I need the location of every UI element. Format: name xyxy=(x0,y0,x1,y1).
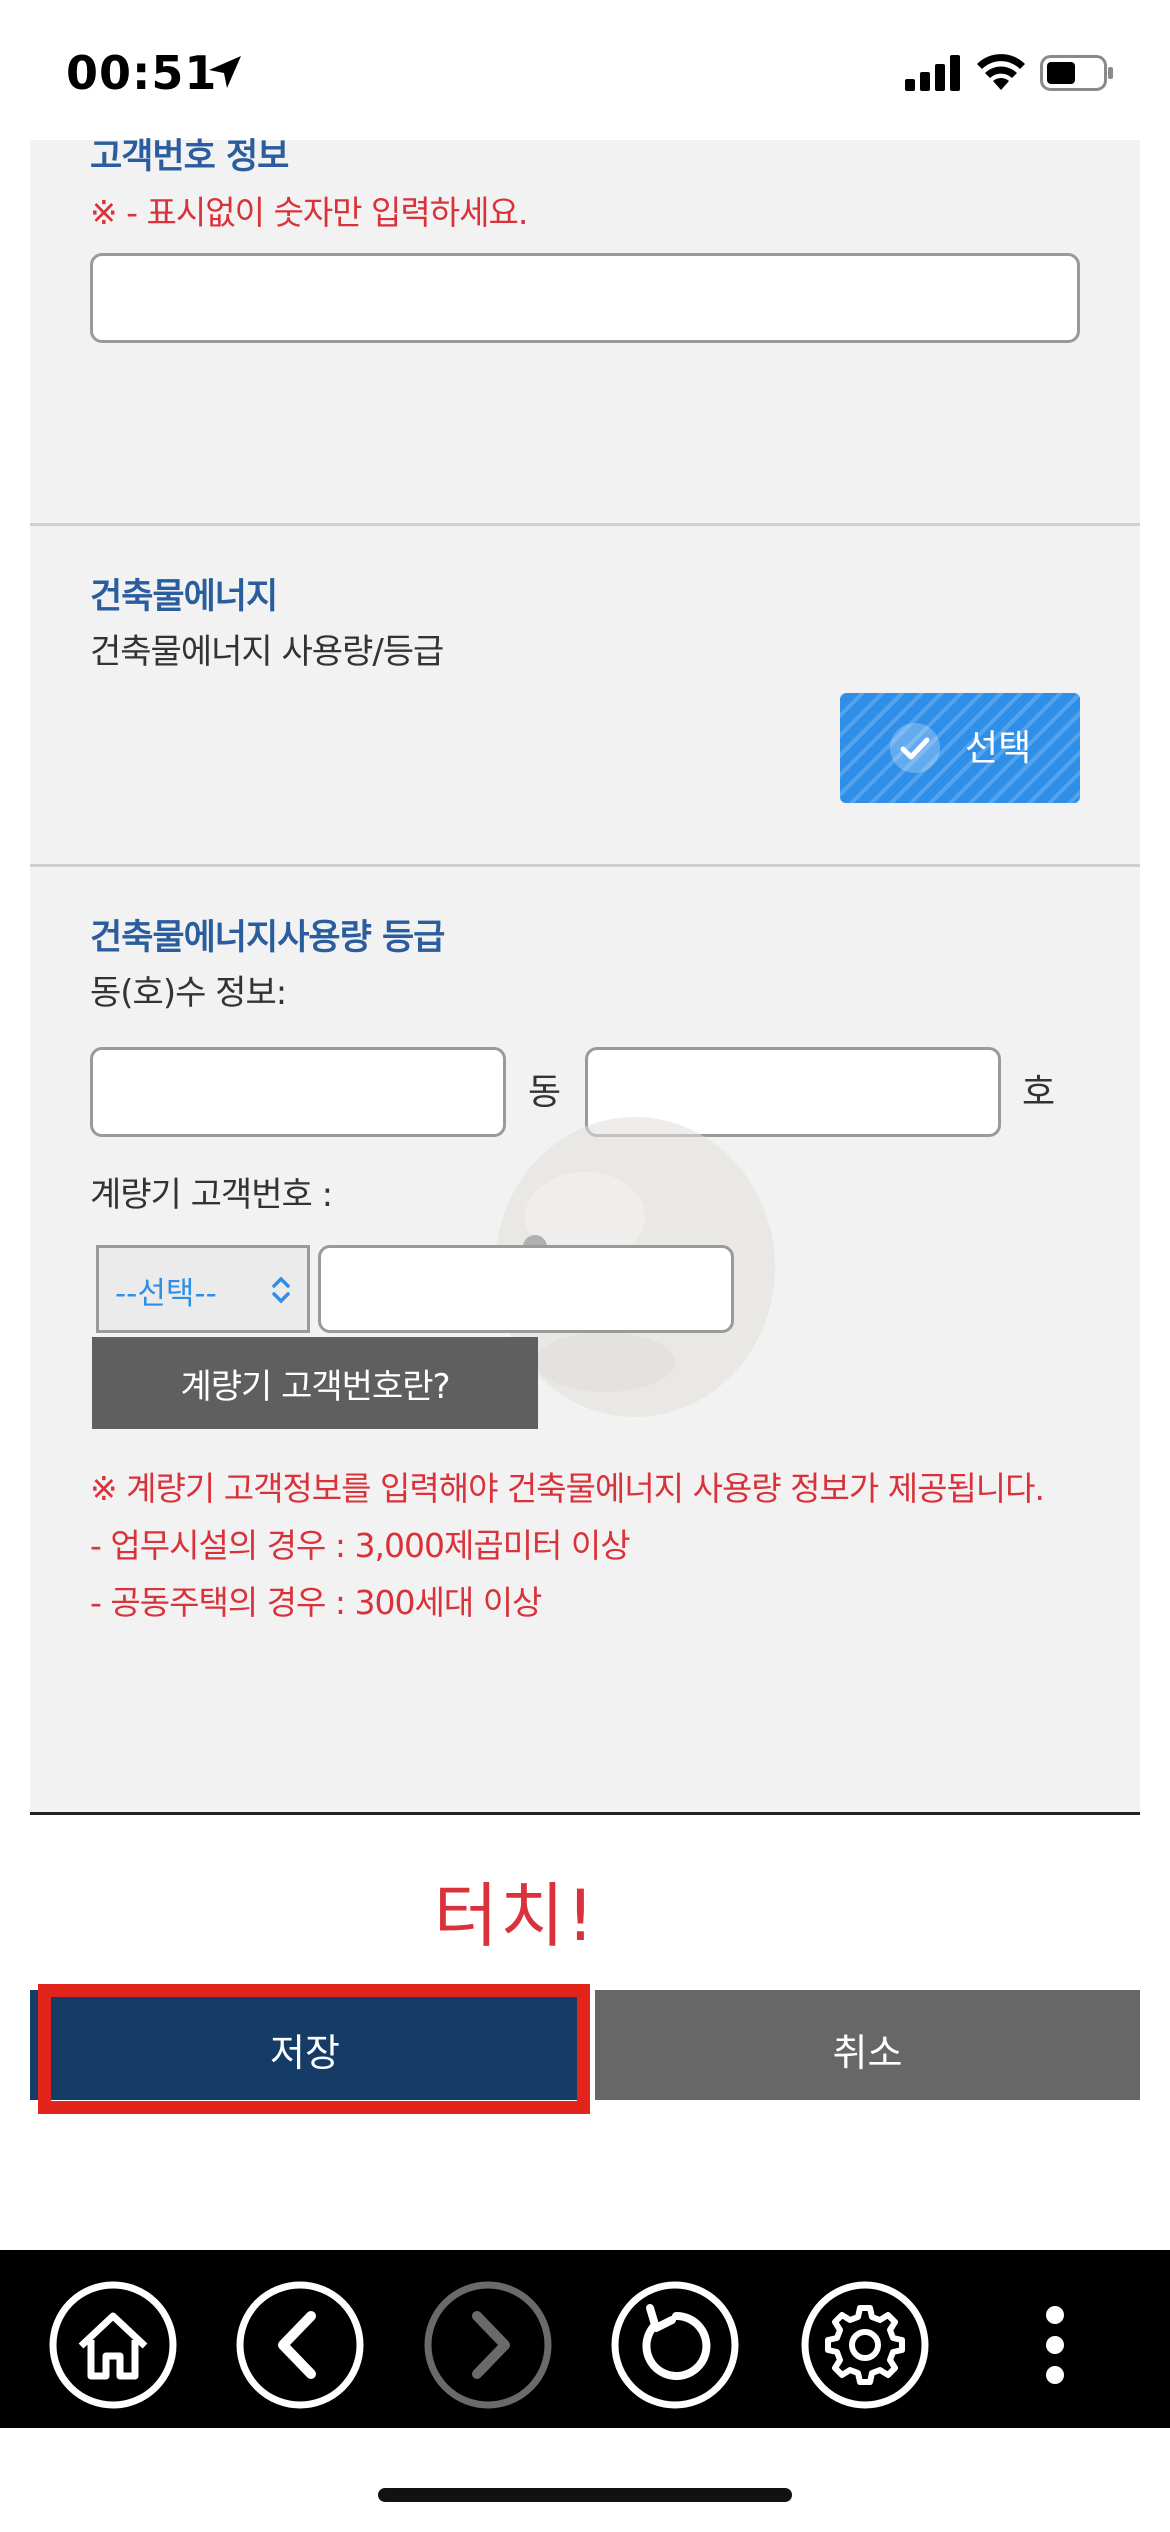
energy-select-button[interactable]: 선택 xyxy=(840,693,1080,803)
home-icon[interactable] xyxy=(48,2280,178,2410)
office-requirement-note: - 업무시설의 경우 : 3,000제곱미터 이상 xyxy=(90,1526,631,1565)
customer-number-input[interactable] xyxy=(90,253,1080,343)
meter-warning-note: ※ 계량기 고객정보를 입력해야 건축물에너지 사용량 정보가 제공됩니다. xyxy=(90,1469,1045,1508)
settings-icon[interactable] xyxy=(800,2280,930,2410)
ho-unit-label: 호 xyxy=(1022,1072,1056,1113)
chevron-updown-icon xyxy=(272,1276,290,1304)
building-energy-description: 건축물에너지 사용량/등급 xyxy=(90,632,444,672)
customer-number-note: ※ - 표시없이 숫자만 입력하세요. xyxy=(90,193,528,232)
status-time: 00:51 xyxy=(66,46,218,100)
meter-number-help-label: 계량기 고객번호란? xyxy=(180,1367,450,1407)
bottom-toolbar xyxy=(0,2250,1170,2428)
wifi-icon xyxy=(977,54,1025,90)
touch-annotation: 터치! xyxy=(433,1875,597,1957)
energy-usage-title: 건축물에너지사용량 등급 xyxy=(90,918,445,958)
energy-usage-section: 건축물에너지사용량 등급 동(호)수 정보: 동 호 계량기 고객번호 : --… xyxy=(30,867,1140,1815)
meter-type-select-value: --선택-- xyxy=(115,1276,217,1312)
meter-type-select[interactable]: --선택-- xyxy=(96,1245,310,1333)
battery-icon xyxy=(1040,55,1113,91)
back-icon[interactable] xyxy=(235,2280,365,2410)
cellular-signal-icon xyxy=(905,55,960,91)
forward-icon[interactable] xyxy=(423,2280,553,2410)
status-bar: 00:51 xyxy=(0,0,1170,140)
save-highlight-box xyxy=(38,1984,590,2114)
check-icon xyxy=(890,723,940,773)
reload-icon[interactable] xyxy=(610,2280,740,2410)
dong-input[interactable] xyxy=(90,1047,506,1137)
customer-number-title: 고객번호 정보 xyxy=(90,137,289,177)
meter-number-input[interactable] xyxy=(318,1245,734,1333)
location-arrow-icon xyxy=(209,56,241,88)
cancel-button-label: 취소 xyxy=(832,2031,903,2075)
unit-info-label: 동(호)수 정보: xyxy=(90,973,287,1013)
meter-number-label: 계량기 고객번호 : xyxy=(90,1175,333,1215)
more-icon[interactable] xyxy=(990,2280,1120,2410)
energy-select-label: 선택 xyxy=(965,728,1032,769)
apartment-requirement-note: - 공동주택의 경우 : 300세대 이상 xyxy=(90,1583,542,1622)
building-energy-section: 건축물에너지 건축물에너지 사용량/등급 선택 xyxy=(30,526,1140,867)
customer-number-section: 고객번호 정보 ※ - 표시없이 숫자만 입력하세요. xyxy=(30,137,1140,526)
home-indicator xyxy=(378,2488,792,2502)
building-energy-title: 건축물에너지 xyxy=(90,577,278,617)
meter-number-help-button[interactable]: 계량기 고객번호란? xyxy=(92,1337,538,1429)
cancel-button[interactable]: 취소 xyxy=(595,1990,1140,2100)
